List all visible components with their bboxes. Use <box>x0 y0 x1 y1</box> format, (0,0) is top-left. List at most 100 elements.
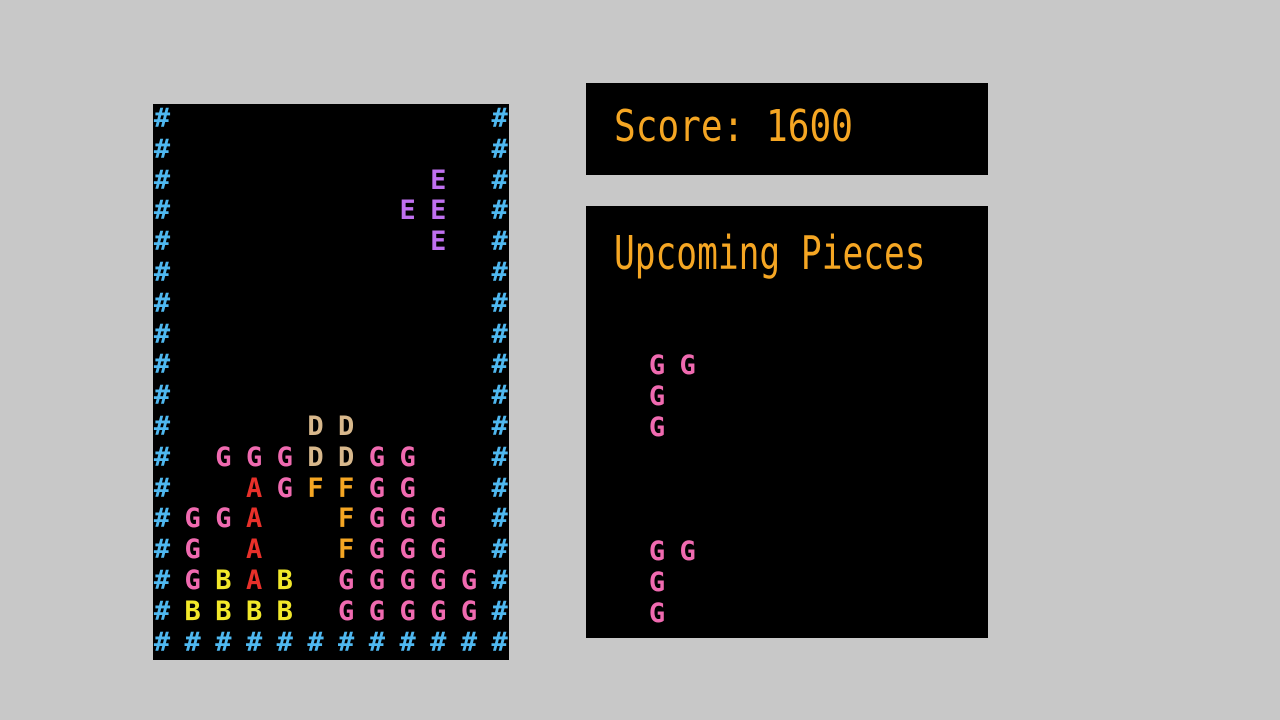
block-G: G <box>399 565 416 596</box>
block-G: G <box>399 595 416 627</box>
block-G: G <box>399 472 416 504</box>
wall-block: # <box>491 441 508 473</box>
upcoming-pieces-panel: Upcoming Pieces GGGG GGGG <box>586 206 988 638</box>
wall-block: # <box>491 380 508 412</box>
block-G: G <box>430 595 447 627</box>
block-B: B <box>276 565 293 596</box>
preview-block-G: G <box>648 536 666 567</box>
wall-block: # <box>153 103 171 134</box>
block-G: G <box>276 472 293 504</box>
wall-block: # <box>153 349 171 381</box>
block-G: G <box>430 534 447 566</box>
tetris-well: # # # # # E # # E E # # E # # # # # # # # # # # # D D # # G G G D D G G # # A G… <box>153 104 509 660</box>
block-E: E <box>430 195 447 227</box>
wall-block: # <box>430 626 447 658</box>
block-G: G <box>399 441 416 473</box>
wall-block: # <box>491 626 508 658</box>
block-F: F <box>338 503 355 535</box>
block-B: B <box>276 595 293 627</box>
block-B: B <box>215 595 232 627</box>
block-G: G <box>368 534 386 566</box>
wall-block: # <box>399 626 416 658</box>
wall-block: # <box>153 318 171 350</box>
block-D: D <box>307 411 324 442</box>
wall-block: # <box>153 195 171 227</box>
wall-block: # <box>307 626 324 658</box>
wall-block: # <box>153 380 171 412</box>
block-A: A <box>245 534 263 566</box>
game-screen: # # # # # E # # E E # # E # # # # # # # # # # # # D D # # G G G D D G G # # A G… <box>0 0 1280 720</box>
wall-block: # <box>491 349 508 381</box>
wall-block: # <box>491 318 508 350</box>
preview-block-G: G <box>648 566 666 598</box>
block-G: G <box>430 503 447 535</box>
wall-block: # <box>153 441 171 473</box>
block-F: F <box>338 472 355 504</box>
block-E: E <box>430 164 447 196</box>
block-G: G <box>460 565 478 596</box>
wall-block: # <box>491 257 508 288</box>
block-E: E <box>399 195 416 227</box>
wall-block: # <box>153 503 171 535</box>
block-E: E <box>430 226 447 258</box>
preview-block-G: G <box>679 350 696 381</box>
block-G: G <box>368 503 386 535</box>
wall-block: # <box>491 565 508 596</box>
upcoming-pieces-title: Upcoming Pieces <box>614 226 926 280</box>
block-G: G <box>368 472 386 504</box>
block-G: G <box>430 565 447 596</box>
preview-block-G: G <box>648 380 666 412</box>
wall-block: # <box>491 103 508 134</box>
wall-block: # <box>368 626 386 658</box>
wall-block: # <box>153 287 171 319</box>
block-G: G <box>184 565 201 596</box>
wall-block: # <box>491 534 508 566</box>
block-B: B <box>184 595 201 627</box>
wall-block: # <box>153 565 171 596</box>
wall-block: # <box>153 472 171 504</box>
wall-block: # <box>276 626 293 658</box>
block-D: D <box>338 441 355 473</box>
score-panel: Score: 1600 <box>586 83 988 175</box>
next-piece-preview-1: GGGG <box>642 351 762 451</box>
wall-block: # <box>491 503 508 535</box>
wall-block: # <box>153 164 171 196</box>
block-G: G <box>215 441 232 473</box>
block-G: G <box>215 503 232 535</box>
wall-block: # <box>153 133 171 165</box>
block-G: G <box>338 565 355 596</box>
block-A: A <box>245 472 263 504</box>
wall-block: # <box>153 534 171 566</box>
preview-block-G: G <box>648 350 666 381</box>
preview-block-G: G <box>648 411 666 443</box>
wall-block: # <box>491 133 508 165</box>
wall-block: # <box>491 195 508 227</box>
block-G: G <box>368 565 386 596</box>
wall-block: # <box>184 626 201 658</box>
wall-block: # <box>153 257 171 288</box>
wall-block: # <box>491 164 508 196</box>
block-G: G <box>368 595 386 627</box>
wall-block: # <box>153 626 171 658</box>
wall-block: # <box>491 287 508 319</box>
preview-block-G: G <box>648 597 666 629</box>
wall-block: # <box>491 595 508 627</box>
wall-block: # <box>153 226 171 258</box>
block-F: F <box>307 472 324 504</box>
block-D: D <box>307 441 324 473</box>
block-B: B <box>215 565 232 596</box>
block-G: G <box>245 441 263 473</box>
block-G: G <box>399 534 416 566</box>
wall-block: # <box>491 472 508 504</box>
wall-block: # <box>153 595 171 627</box>
block-G: G <box>184 503 201 535</box>
wall-block: # <box>245 626 263 658</box>
wall-block: # <box>215 626 232 658</box>
wall-block: # <box>153 411 171 442</box>
next-piece-preview-2: GGGG <box>642 537 762 637</box>
wall-block: # <box>491 226 508 258</box>
block-G: G <box>338 595 355 627</box>
block-G: G <box>399 503 416 535</box>
block-G: G <box>184 534 201 566</box>
block-G: G <box>460 595 478 627</box>
